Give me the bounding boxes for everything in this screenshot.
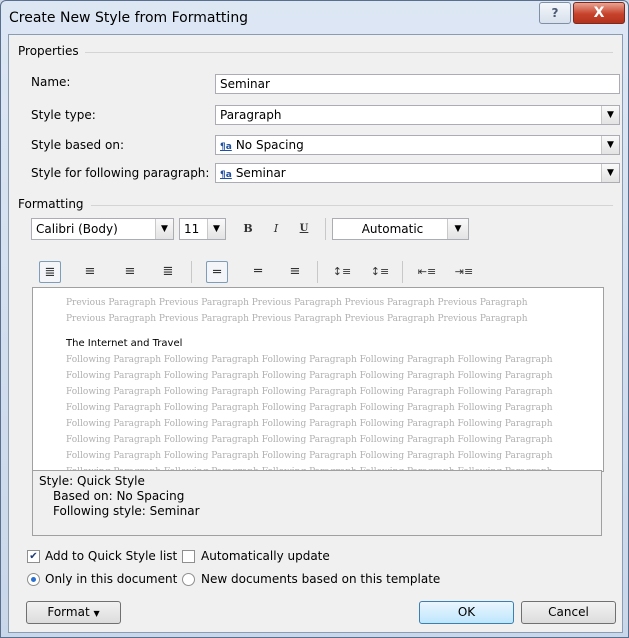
- font-color-select[interactable]: Automatic ▼: [332, 218, 469, 240]
- properties-group-label: Properties: [18, 44, 79, 58]
- following-style-select[interactable]: ¶a Seminar ▼: [215, 163, 620, 183]
- following-style-label: Style for following paragraph:: [31, 166, 210, 180]
- format-button-label: Format: [47, 605, 90, 619]
- font-value: Calibri (Body): [36, 222, 118, 236]
- previous-paragraph-text: Previous Paragraph Previous Paragraph Pr…: [66, 298, 528, 324]
- only-this-document-label[interactable]: Only in this document: [45, 572, 177, 586]
- font-size-select[interactable]: 11 ▼: [179, 218, 226, 240]
- close-button[interactable]: X: [573, 2, 625, 24]
- chevron-down-icon[interactable]: ▼: [155, 219, 173, 239]
- following-line: Following Paragraph Following Paragraph …: [66, 419, 553, 429]
- based-on-label: Style based on:: [31, 138, 124, 152]
- style-description: Style: Quick Style Based on: No Spacing …: [32, 470, 602, 536]
- help-button[interactable]: ?: [539, 2, 571, 24]
- double-spacing-icon[interactable]: ≡: [284, 261, 306, 283]
- based-on-value: No Spacing: [235, 138, 304, 152]
- formatting-group-label: Formatting: [18, 197, 84, 211]
- cancel-button[interactable]: Cancel: [521, 601, 616, 624]
- one-half-spacing-icon[interactable]: ═: [247, 261, 269, 283]
- add-quick-style-checkbox[interactable]: ✔: [27, 550, 40, 563]
- new-documents-label[interactable]: New documents based on this template: [201, 572, 440, 586]
- style-preview-pane: Previous Paragraph Previous Paragraph Pr…: [32, 287, 604, 472]
- previous-paragraph-preview: Previous Paragraph Previous Paragraph Pr…: [66, 295, 566, 327]
- following-line: Following Paragraph Following Paragraph …: [66, 371, 553, 381]
- chevron-down-icon: ▼: [93, 609, 100, 618]
- space-before-icon[interactable]: ↕≡: [331, 261, 353, 283]
- italic-button[interactable]: I: [265, 218, 287, 240]
- paragraph-style-icon: ¶a: [220, 142, 232, 152]
- following-line: Following Paragraph Following Paragraph …: [66, 387, 553, 397]
- style-type-select[interactable]: Paragraph ▼: [215, 105, 620, 125]
- following-paragraph-preview: Following Paragraph Following Paragraph …: [66, 352, 566, 471]
- description-line: Style: Quick Style: [39, 474, 145, 488]
- underline-button[interactable]: U: [293, 218, 315, 240]
- chevron-down-icon[interactable]: ▼: [601, 164, 619, 182]
- description-line: Following style: Seminar: [53, 504, 200, 518]
- add-quick-style-label[interactable]: Add to Quick Style list: [45, 549, 177, 563]
- align-center-icon[interactable]: ≡: [79, 261, 101, 283]
- chevron-down-icon[interactable]: ▼: [601, 106, 619, 124]
- font-color-value: Automatic: [361, 222, 424, 236]
- name-field[interactable]: Seminar: [215, 74, 620, 94]
- ok-button[interactable]: OK: [419, 601, 514, 624]
- toolbar-separator: [191, 261, 192, 283]
- font-select[interactable]: Calibri (Body) ▼: [31, 218, 174, 240]
- auto-update-checkbox[interactable]: [182, 550, 195, 563]
- dialog-client: Properties Name: Seminar Style type: Par…: [8, 34, 623, 633]
- name-label: Name:: [31, 75, 71, 89]
- space-after-icon[interactable]: ↕≡: [369, 261, 391, 283]
- sample-paragraph: The Internet and Travel: [66, 338, 183, 349]
- description-line: Based on: No Spacing: [53, 489, 185, 503]
- single-spacing-icon[interactable]: ═: [206, 261, 228, 283]
- font-size-value: 11: [184, 222, 200, 236]
- formatting-divider: [91, 205, 613, 206]
- increase-indent-icon[interactable]: ⇥≡: [453, 261, 475, 283]
- dialog-title: Create New Style from Formatting: [9, 10, 249, 26]
- new-documents-radio[interactable]: [182, 573, 195, 586]
- based-on-select[interactable]: ¶a No Spacing ▼: [215, 135, 620, 155]
- following-line: Following Paragraph Following Paragraph …: [66, 403, 553, 413]
- toolbar-separator: [317, 261, 318, 283]
- justify-icon[interactable]: ≣: [157, 261, 179, 283]
- following-style-value: Seminar: [235, 166, 286, 180]
- align-left-icon[interactable]: ≣: [39, 261, 61, 283]
- following-line: Following Paragraph Following Paragraph …: [66, 355, 553, 365]
- decrease-indent-icon[interactable]: ⇤≡: [416, 261, 438, 283]
- properties-divider: [85, 52, 613, 53]
- chevron-down-icon[interactable]: ▼: [447, 219, 468, 239]
- chevron-down-icon[interactable]: ▼: [601, 136, 619, 154]
- toolbar-separator: [402, 261, 403, 283]
- style-type-label: Style type:: [31, 108, 96, 122]
- paragraph-style-icon: ¶a: [220, 170, 232, 180]
- following-line: Following Paragraph Following Paragraph …: [66, 435, 553, 445]
- bold-button[interactable]: B: [237, 218, 259, 240]
- format-button[interactable]: Format ▼: [26, 601, 121, 624]
- following-line: Following Paragraph Following Paragraph …: [66, 451, 553, 461]
- only-this-document-radio[interactable]: [27, 573, 40, 586]
- style-type-value: Paragraph: [220, 108, 282, 122]
- chevron-down-icon[interactable]: ▼: [207, 219, 225, 239]
- align-right-icon[interactable]: ≡: [119, 261, 141, 283]
- toolbar-separator: [325, 218, 326, 240]
- dialog-window: Create New Style from Formatting ? X Pro…: [0, 0, 629, 638]
- auto-update-label[interactable]: Automatically update: [201, 549, 330, 563]
